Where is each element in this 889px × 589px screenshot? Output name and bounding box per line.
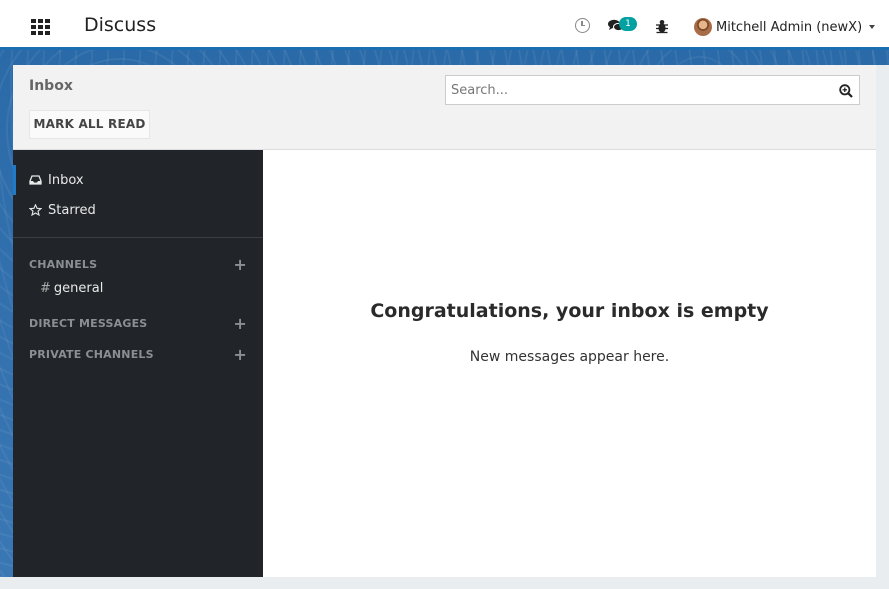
add-private-channel-plus-icon[interactable]: + [233, 345, 247, 364]
messaging-badge: 1 [619, 17, 637, 31]
window-edge-right [876, 65, 889, 589]
discuss-sidebar: Inbox Starred CHANNELS + # general DIRECT… [13, 150, 263, 577]
sidebar-item-label: Starred [48, 202, 96, 218]
mark-all-read-button[interactable]: MARK ALL READ [29, 110, 150, 139]
avatar [694, 18, 712, 36]
search-icon[interactable] [839, 83, 853, 98]
window-edge-bottom [0, 577, 889, 589]
clock-icon[interactable] [575, 18, 590, 33]
sidebar-item-label: Inbox [48, 172, 84, 188]
channel-item-general[interactable]: # general [40, 281, 103, 296]
apps-grid-icon[interactable] [31, 19, 50, 35]
search-input[interactable] [446, 76, 831, 104]
sidebar-item-inbox[interactable]: Inbox [13, 165, 263, 195]
sidebar-divider [13, 237, 263, 238]
chevron-down-icon [869, 25, 876, 29]
add-direct-message-plus-icon[interactable]: + [233, 314, 247, 333]
add-channel-plus-icon[interactable]: + [233, 255, 247, 274]
bug-icon[interactable] [655, 18, 669, 34]
section-private-channels: PRIVATE CHANNELS + [29, 345, 247, 364]
app-title: Discuss [84, 14, 157, 36]
user-menu[interactable]: Mitchell Admin (newX) [694, 17, 876, 37]
top-navbar: Discuss 1 Mitchell Admin (newX) [0, 0, 889, 50]
channel-hash: # [40, 281, 51, 296]
sidebar-item-starred[interactable]: Starred [13, 195, 263, 225]
search-box [445, 75, 860, 105]
inbox-icon [29, 174, 42, 186]
breadcrumb: Inbox [29, 78, 73, 94]
control-panel: Inbox MARK ALL READ [13, 65, 876, 150]
section-title: PRIVATE CHANNELS [29, 348, 154, 361]
section-title: DIRECT MESSAGES [29, 317, 148, 330]
user-name: Mitchell Admin (newX) [716, 19, 863, 35]
section-direct-messages: DIRECT MESSAGES + [29, 314, 247, 333]
empty-inbox-title: Congratulations, your inbox is empty [370, 300, 769, 322]
channel-name: general [53, 281, 104, 296]
section-channels: CHANNELS + [29, 255, 247, 274]
star-icon [28, 203, 43, 217]
empty-inbox-subtitle: New messages appear here. [469, 349, 670, 365]
section-title: CHANNELS [29, 258, 98, 271]
thread-panel: Congratulations, your inbox is empty New… [263, 150, 876, 577]
